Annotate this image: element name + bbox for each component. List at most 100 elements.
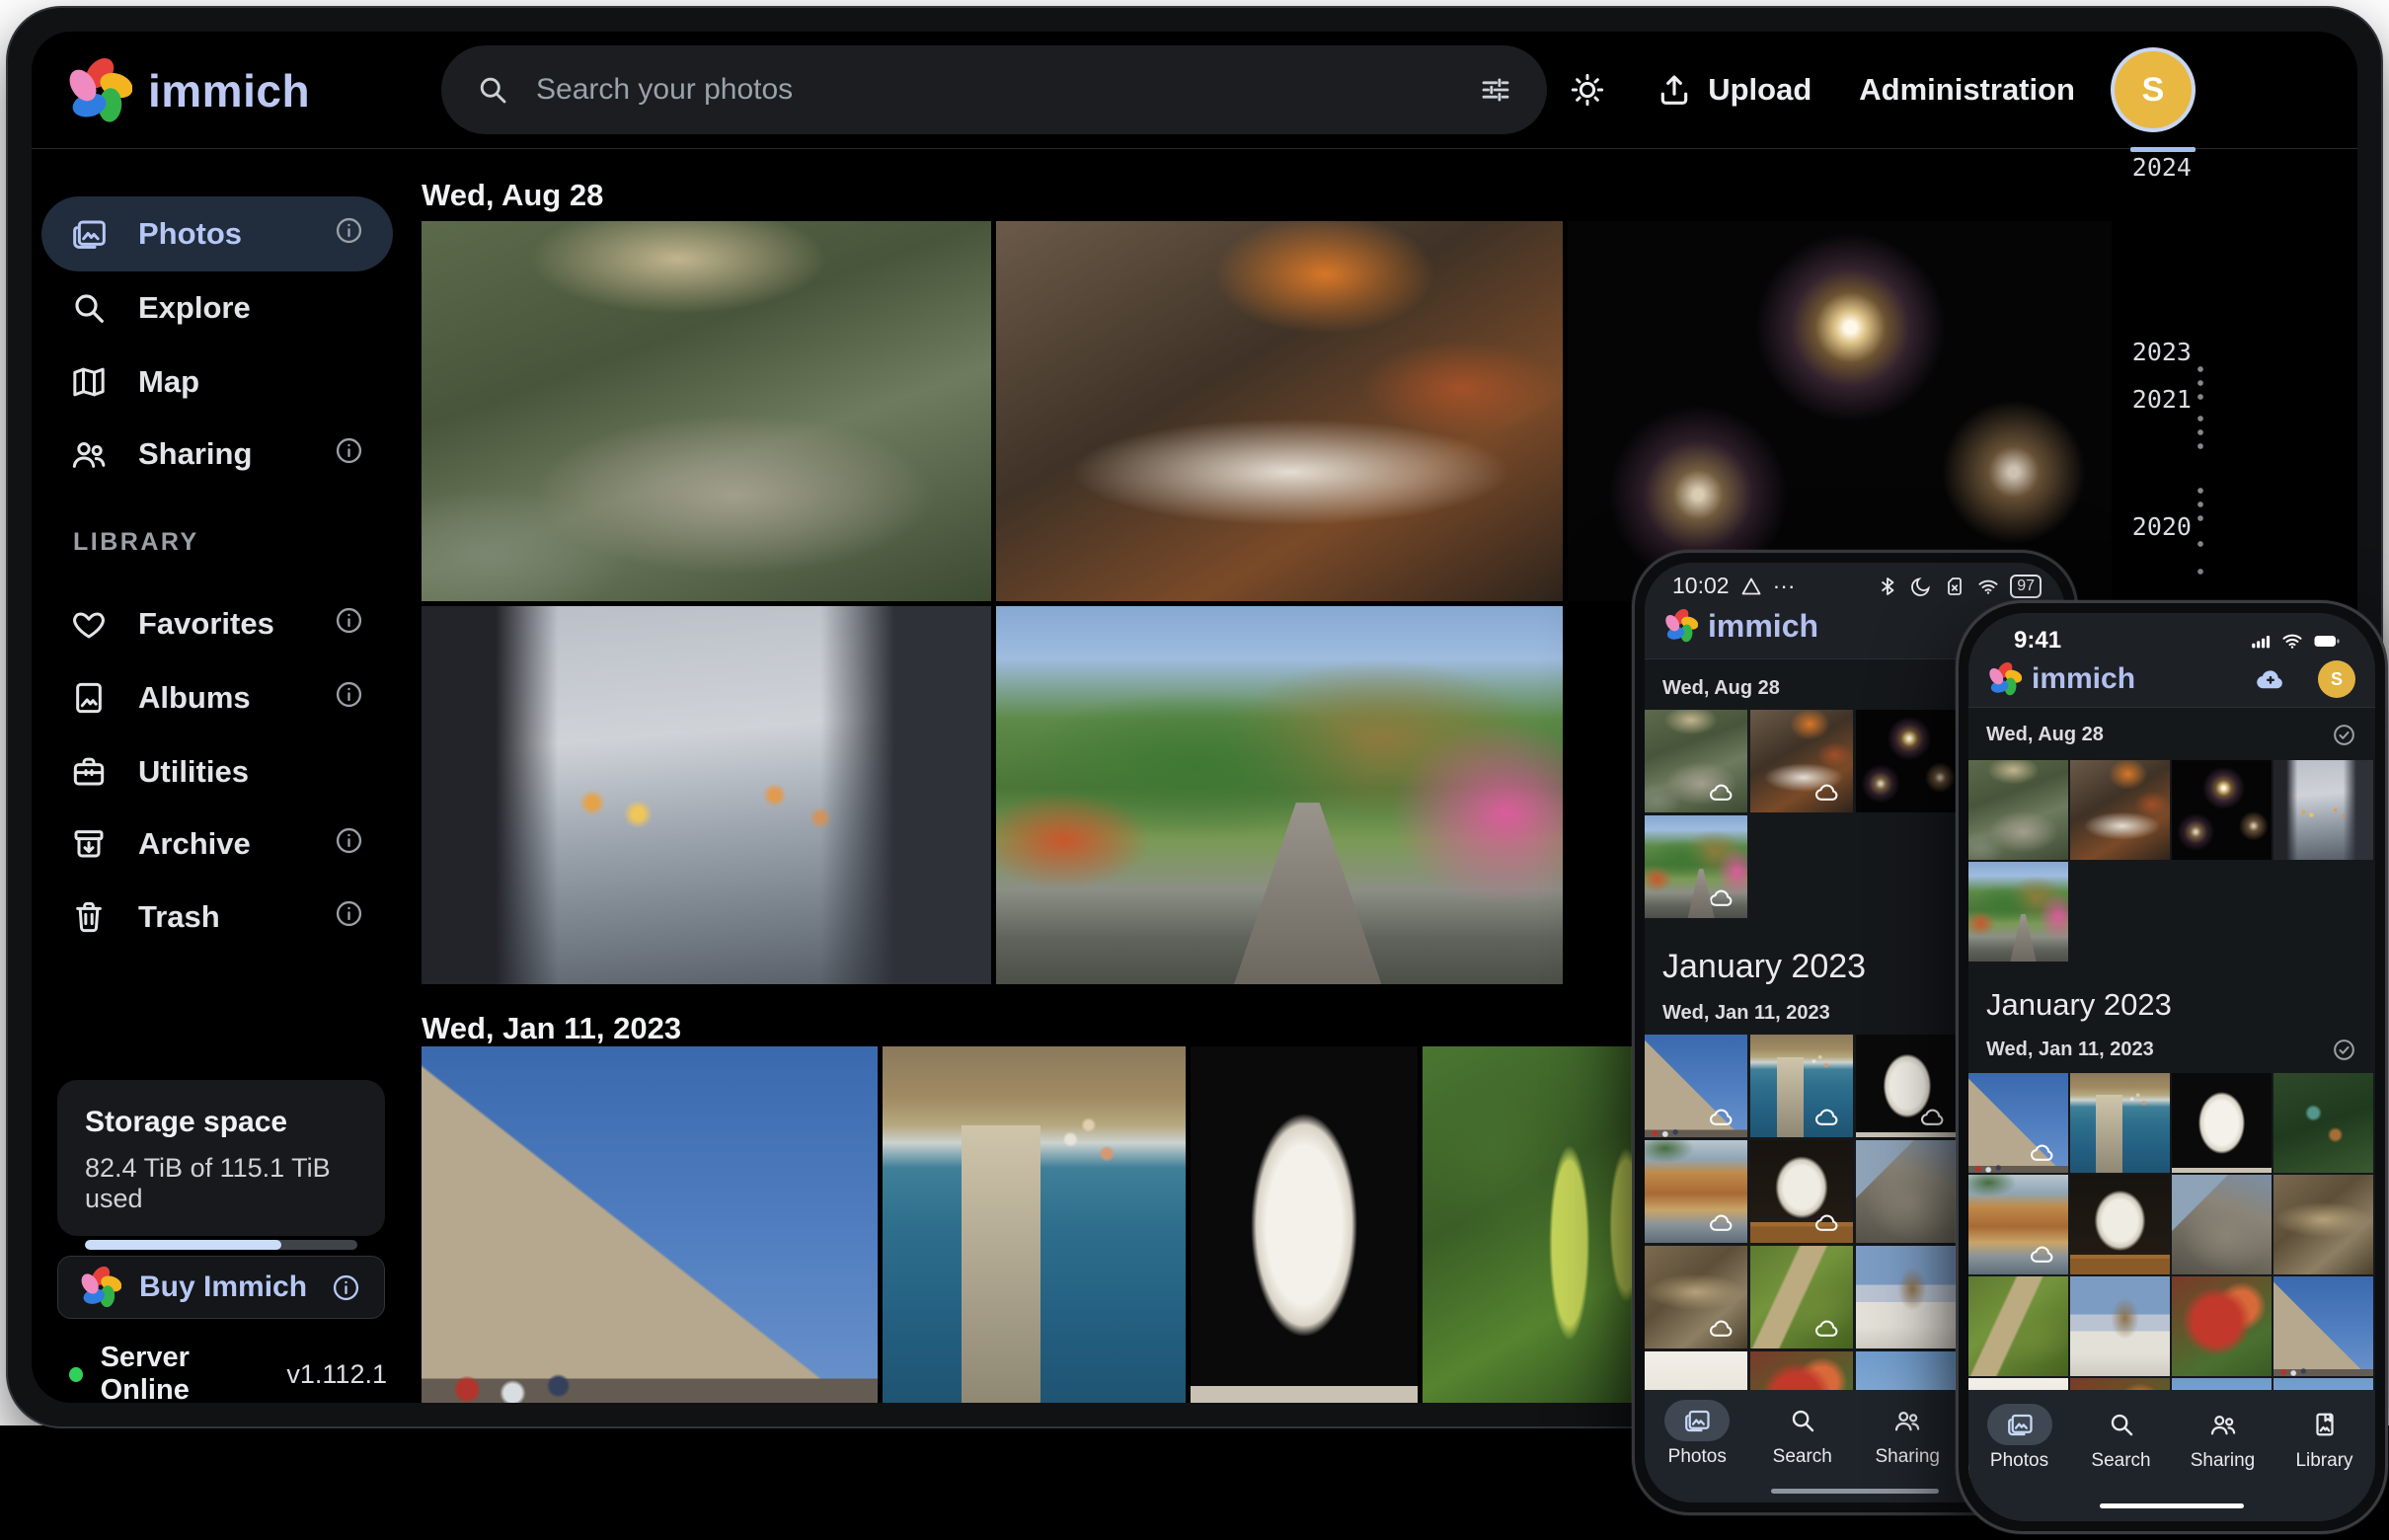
nav-label: Photos (1668, 1446, 1727, 1468)
buy-immich-label: Buy Immich (139, 1270, 307, 1304)
photo-fireworks[interactable] (1568, 221, 2112, 601)
photo-table[interactable] (1750, 710, 1853, 812)
nav-label: Search (1773, 1446, 1832, 1468)
timeline-year-2024[interactable]: 2024 (2093, 153, 2192, 182)
check-circle-icon[interactable] (2331, 1037, 2357, 1063)
photo-road[interactable] (1645, 815, 1747, 918)
photo-coast[interactable] (2070, 1073, 2170, 1173)
sidebar-item-albums[interactable]: Albums (41, 660, 393, 735)
photo-fortress[interactable] (2273, 1276, 2373, 1376)
photo-hands[interactable] (2273, 760, 2373, 860)
sidebar-item-map[interactable]: Map (41, 345, 393, 420)
app-name: immich (2032, 662, 2135, 696)
sidebar-item-label: Sharing (138, 436, 252, 472)
info-icon[interactable] (333, 604, 365, 645)
timeline-dots (2197, 565, 2203, 575)
photo-bust[interactable] (1856, 1035, 1959, 1137)
photo-church[interactable] (1856, 1246, 1959, 1348)
photo-lizard2[interactable] (1750, 1246, 1853, 1348)
sun-icon (1568, 70, 1607, 110)
photo-road[interactable] (1968, 862, 2068, 962)
archive-box-icon (69, 824, 109, 864)
sidebar-item-utilities[interactable]: Utilities (41, 734, 393, 809)
info-icon[interactable] (333, 897, 365, 938)
photo-sculpt[interactable] (2070, 1175, 2170, 1274)
photo-wall[interactable] (1856, 1140, 1959, 1243)
photo-table[interactable] (2070, 760, 2170, 860)
info-icon[interactable] (333, 678, 365, 719)
photo-fortress[interactable] (1645, 1035, 1747, 1137)
nav-library[interactable]: Library (2273, 1404, 2375, 1521)
photo-lizard1[interactable] (2273, 1175, 2373, 1274)
photo-grapes[interactable] (1423, 1046, 1659, 1403)
photo-beach[interactable] (1645, 1140, 1747, 1243)
mobile-app-bar: immich S (1968, 654, 2375, 704)
user-avatar[interactable]: S (2318, 660, 2355, 698)
photo-coast[interactable] (883, 1046, 1186, 1403)
sidebar-item-trash[interactable]: Trash (41, 880, 393, 955)
sidebar-item-archive[interactable]: Archive (41, 807, 393, 882)
tune-filter-icon[interactable] (1478, 72, 1513, 108)
photo-road[interactable] (996, 606, 1563, 984)
home-indicator[interactable] (2100, 1503, 2244, 1508)
photo-pom[interactable] (2172, 1276, 2272, 1376)
timeline-year-2020[interactable]: 2020 (2093, 512, 2192, 541)
theme-toggle-button[interactable] (1568, 70, 1607, 110)
buy-immich-button[interactable]: Buy Immich (57, 1256, 385, 1319)
cloud-sync-icon[interactable] (2249, 662, 2292, 696)
photo-monkeys[interactable] (1645, 710, 1747, 812)
photo-bust[interactable] (2172, 1073, 2272, 1173)
library-icon (2310, 1410, 2340, 1439)
photo-sculpt[interactable] (1750, 1140, 1853, 1243)
photo-fortress[interactable] (422, 1046, 878, 1403)
photo-fortress[interactable] (1968, 1073, 2068, 1173)
sidebar-item-favorites[interactable]: Favorites (41, 586, 393, 661)
page: immich Upload Administration (0, 0, 2389, 1540)
timeline-position-indicator[interactable] (2130, 147, 2196, 152)
month-header: January 2023 (1986, 987, 2375, 1023)
photo-fireworks[interactable] (2172, 760, 2272, 860)
explore-search-icon (69, 288, 109, 328)
photo-hands[interactable] (422, 606, 991, 984)
sidebar-item-explore[interactable]: Explore (41, 270, 393, 346)
search-bar[interactable] (441, 45, 1547, 134)
app-logo[interactable]: immich (67, 53, 310, 128)
nav-sharing[interactable]: Sharing (1855, 1400, 1961, 1502)
sidebar-item-sharing[interactable]: Sharing (41, 417, 393, 492)
nav-photos[interactable]: Photos (1968, 1404, 2070, 1521)
photo-coast[interactable] (1750, 1035, 1853, 1137)
nav-search[interactable]: Search (1750, 1400, 1856, 1502)
home-indicator[interactable] (1771, 1489, 1939, 1494)
photo-fireworks[interactable] (1856, 710, 1959, 812)
check-circle-icon[interactable] (2331, 722, 2357, 748)
photo-lizard2[interactable] (1968, 1276, 2068, 1376)
timeline-year-2023[interactable]: 2023 (2093, 338, 2192, 366)
toolbox-icon (69, 752, 109, 792)
photo-xmas[interactable] (2273, 1073, 2373, 1173)
cellular-signal-icon (2249, 629, 2273, 653)
photo-table[interactable] (996, 221, 1563, 601)
nav-photos[interactable]: Photos (1645, 1400, 1750, 1502)
timeline-year-2021[interactable]: 2021 (2093, 385, 2192, 414)
cloud-sync-icon (1705, 1315, 1738, 1342)
photo-church[interactable] (2070, 1276, 2170, 1376)
user-avatar[interactable]: S (2115, 51, 2192, 128)
photo-beach[interactable] (1968, 1175, 2068, 1274)
photo-lizard1[interactable] (1645, 1246, 1747, 1348)
info-icon[interactable] (330, 1271, 362, 1304)
iphone-mockup: 9:41 immich S Wed, Aug 28 Jan (1956, 600, 2388, 1534)
photo-wall[interactable] (2172, 1175, 2272, 1274)
cloud-sync-icon (1705, 885, 1738, 911)
search-input[interactable] (536, 73, 1452, 107)
photo-bust[interactable] (1191, 1046, 1418, 1403)
sidebar-item-photos[interactable]: Photos (41, 196, 393, 271)
administration-button[interactable]: Administration (1859, 72, 2075, 108)
upload-button[interactable]: Upload (1655, 70, 1811, 110)
photo-monkeys[interactable] (1968, 760, 2068, 860)
photo-monkeys[interactable] (422, 221, 991, 601)
info-icon[interactable] (333, 214, 365, 255)
info-icon[interactable] (333, 434, 365, 475)
search-icon (475, 72, 510, 108)
info-icon[interactable] (333, 824, 365, 865)
sidebar-item-label: Utilities (138, 754, 249, 790)
